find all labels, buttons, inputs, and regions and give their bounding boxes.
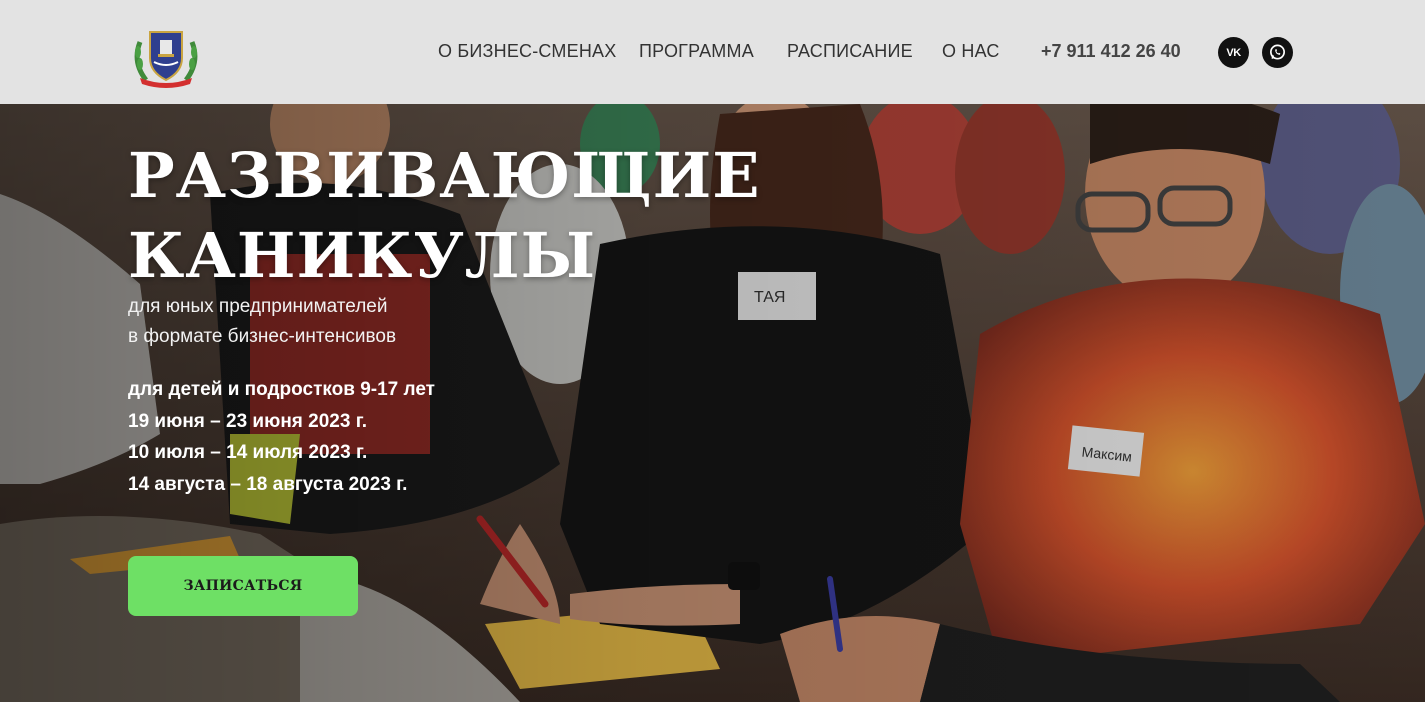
session-date-3: 14 августа – 18 августа 2023 г. [128, 473, 408, 495]
hero-title-line-1: РАЗВИВАЮЩИЕ [128, 139, 761, 212]
hero-section: ТАЯ Максим РАЗВИВАЮЩИЕ КАНИКУЛЫ для юных… [0, 104, 1425, 702]
signup-button[interactable]: ЗАПИСАТЬСЯ [128, 556, 358, 616]
nav-link-about-shifts[interactable]: О БИЗНЕС-СМЕНАХ [438, 41, 616, 62]
hero-title: РАЗВИВАЮЩИЕ КАНИКУЛЫ [128, 136, 828, 296]
school-shield-emblem-icon[interactable] [130, 22, 202, 90]
session-date-1: 19 июня – 23 июня 2023 г. [128, 410, 368, 432]
hero-subtitle-line-1: для юных предпринимателей [128, 296, 388, 317]
nav-link-program[interactable]: ПРОГРАММА [639, 41, 754, 62]
nav-link-about-us[interactable]: О НАС [942, 41, 1000, 62]
session-date-2: 10 июля – 14 июля 2023 г. [128, 442, 368, 463]
vk-icon[interactable]: VK [1218, 37, 1249, 68]
phone-link[interactable]: +7 911 412 26 40 [1041, 41, 1181, 62]
nav-link-schedule[interactable]: РАСПИСАНИЕ [787, 41, 913, 62]
whatsapp-icon[interactable] [1262, 37, 1293, 68]
hero-subtitle: для юных предпринимателей в формате бизн… [128, 292, 528, 352]
hero-details: для детей и подростков 9-17 лет 19 июня … [128, 374, 628, 500]
vk-icon-label: VK [1226, 46, 1241, 59]
whatsapp-glyph [1269, 44, 1286, 60]
hero-subtitle-line-2: в формате бизнес-интенсивов [128, 326, 397, 347]
hero-title-line-2: КАНИКУЛЫ [128, 219, 597, 292]
age-range: для детей и подростков 9-17 лет [128, 379, 435, 400]
site-header: О БИЗНЕС-СМЕНАХ ПРОГРАММА РАСПИСАНИЕ О Н… [0, 0, 1425, 104]
